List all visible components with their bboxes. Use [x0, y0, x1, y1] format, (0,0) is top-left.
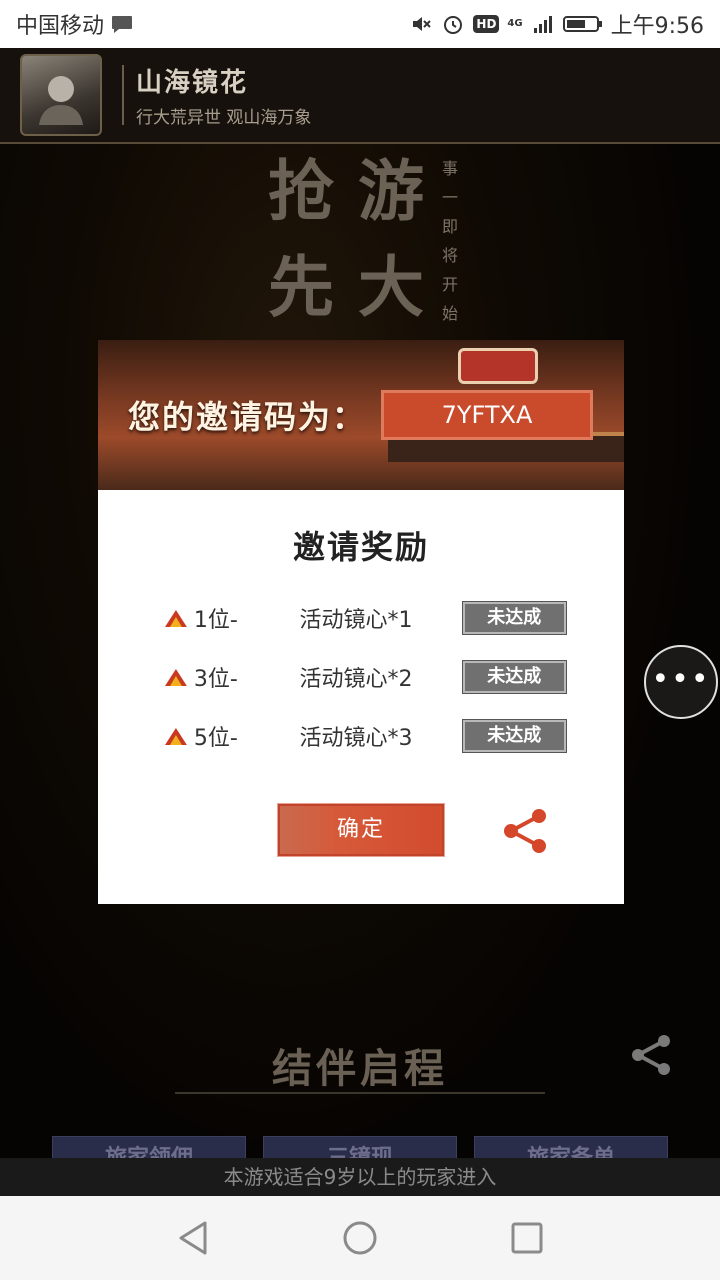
mountain-icon: [164, 728, 187, 745]
bg-text-2b: 大: [358, 248, 424, 326]
bg-vertical-text: 事一即将开始: [441, 159, 458, 323]
back-icon: [179, 1221, 207, 1255]
game-subtitle: 行大荒异世 观山海万象: [136, 108, 312, 128]
game-title: 山海镜花: [136, 68, 249, 98]
hd-badge: HD: [473, 15, 500, 33]
reward-status-button[interactable]: 未达成: [461, 719, 568, 753]
bg-text-1b: 游: [358, 152, 424, 230]
reward-item: 活动镜心*1: [299, 608, 413, 633]
section-title: 结伴启程: [272, 1045, 448, 1092]
battery-icon: [562, 16, 602, 32]
status-bar: 中国移动 HD 4G 上午9:56: [0, 0, 720, 48]
chat-icon: [112, 16, 133, 33]
reward-rank: 5位-: [193, 726, 238, 751]
share-icon[interactable]: [500, 806, 550, 856]
character-portrait-icon: [39, 76, 83, 125]
network-type: 4G: [507, 18, 523, 29]
reward-row: 1位- 活动镜心*1 未达成: [164, 601, 568, 635]
bg-text-2a: 先: [268, 248, 334, 326]
game-header: 山海镜花 行大荒异世 观山海万象: [0, 48, 720, 144]
clock: 上午9:56: [610, 14, 704, 39]
status-left: 中国移动: [16, 8, 134, 40]
reward-row: 5位- 活动镜心*3 未达成: [164, 719, 568, 753]
mute-icon: [413, 17, 432, 31]
recents-button[interactable]: [507, 1218, 547, 1258]
more-options-button[interactable]: •••: [644, 645, 718, 719]
bg-text-1a: 抢: [268, 152, 334, 230]
back-button[interactable]: [173, 1218, 213, 1258]
mountain-icon: [164, 610, 187, 627]
header-texts: 山海镜花 行大荒异世 观山海万象: [136, 62, 311, 128]
signal-icon: [533, 16, 552, 33]
system-nav-bar: [0, 1196, 720, 1280]
carrier-label: 中国移动: [16, 14, 105, 39]
header-divider: [122, 65, 124, 125]
recents-icon: [511, 1222, 543, 1254]
page-share-icon[interactable]: [628, 1032, 674, 1078]
invite-code-value[interactable]: 7YFTXA: [381, 390, 593, 440]
reward-rank: 3位-: [193, 667, 238, 692]
home-icon: [343, 1221, 377, 1255]
banner-decoration: [458, 348, 538, 384]
status-right: HD 4G 上午9:56: [409, 8, 704, 40]
reward-status-button[interactable]: 未达成: [461, 660, 568, 694]
game-avatar[interactable]: [20, 54, 102, 136]
home-button[interactable]: [340, 1218, 380, 1258]
confirm-button[interactable]: 确定: [277, 803, 445, 857]
reward-title: 邀请奖励: [292, 528, 429, 566]
invite-code-label: 您的邀请码为：: [128, 398, 367, 436]
invite-modal: 您的邀请码为： 7YFTXA 邀请奖励 1位- 活动镜心*1 未达成 3位- 活…: [98, 340, 624, 904]
section-underline: [175, 1092, 545, 1094]
alarm-icon: [444, 16, 463, 34]
reward-item: 活动镜心*2: [299, 667, 413, 692]
reward-status-button[interactable]: 未达成: [461, 601, 568, 635]
modal-body: 邀请奖励 1位- 活动镜心*1 未达成 3位- 活动镜心*2 未达成 5位- 活…: [98, 490, 624, 904]
reward-rank: 1位-: [193, 608, 238, 633]
reward-item: 活动镜心*3: [299, 726, 413, 751]
age-notice: 本游戏适合9岁以上的玩家进入: [0, 1158, 720, 1196]
reward-row: 3位- 活动镜心*2 未达成: [164, 660, 568, 694]
mountain-icon: [164, 669, 187, 686]
modal-banner: 您的邀请码为： 7YFTXA: [98, 340, 624, 490]
